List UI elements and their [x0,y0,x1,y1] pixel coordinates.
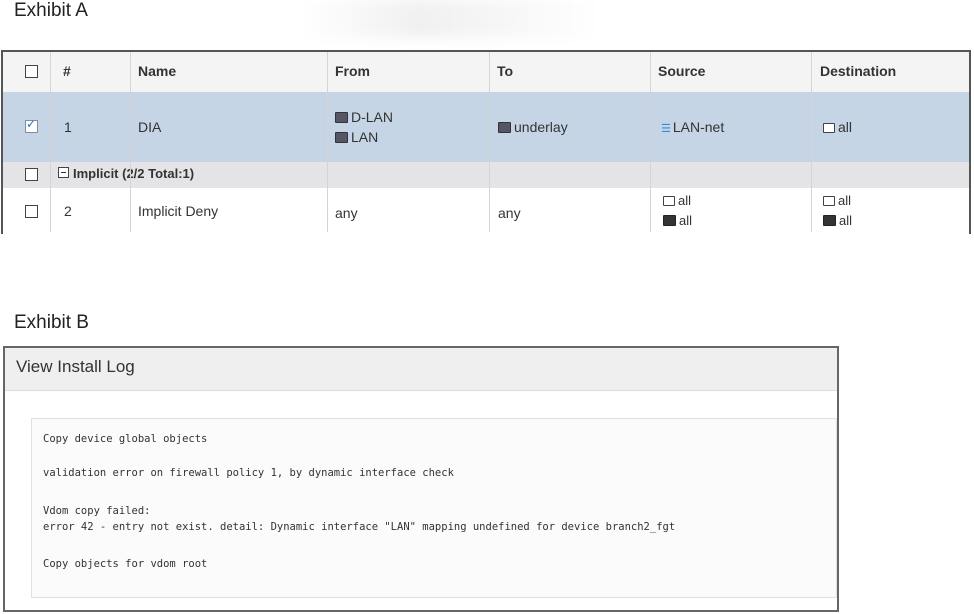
implicit-group-row[interactable]: Implicit (2/2 Total:1) [3,162,969,188]
column-header-number[interactable]: # [63,63,71,79]
destination-address-all-ipv6[interactable]: all [823,213,852,228]
column-divider [327,52,328,232]
row-checkbox-checked[interactable] [25,117,38,133]
install-log-dialog: View Install Log Copy device global obje… [3,346,839,612]
column-header-destination[interactable]: Destination [820,63,896,79]
address-icon [823,196,835,206]
source-address-all-ipv4[interactable]: all [663,193,691,208]
log-line: Copy device global objects [43,433,208,445]
dialog-title: View Install Log [16,357,135,376]
table-header-row: # Name From To Source Destination [3,52,969,92]
address-icon [823,215,836,226]
interface-icon [498,122,511,133]
destination-address-all-ipv4[interactable]: all [823,193,851,208]
photo-glare [300,0,600,38]
address-icon [663,196,675,206]
group-checkbox[interactable] [25,168,38,181]
from-any[interactable]: any [335,205,358,221]
destination-address-all[interactable]: all [823,119,852,135]
column-divider [50,52,51,232]
log-line: Copy objects for vdom root [43,558,208,570]
to-any[interactable]: any [498,205,521,221]
column-header-to[interactable]: To [497,63,513,79]
column-header-from[interactable]: From [335,63,370,79]
from-interface-d-lan[interactable]: D-LAN [335,109,393,125]
interface-icon [335,132,348,143]
address-icon [823,123,835,133]
row-checkbox[interactable] [25,205,38,218]
implicit-group-label[interactable]: Implicit (2/2 Total:1) [58,166,194,181]
column-divider [130,52,131,232]
address-group-icon: ☰ [661,123,671,135]
column-header-name[interactable]: Name [138,63,176,79]
table-row-implicit-deny[interactable]: 2 Implicit Deny any any all all all all [3,188,969,234]
from-interface-lan[interactable]: LAN [335,129,378,145]
log-line: Vdom copy failed: [43,505,151,517]
exhibit-b-label: Exhibit B [14,312,89,333]
log-line: validation error on firewall policy 1, b… [43,467,454,479]
collapse-icon[interactable] [58,167,69,178]
select-all-checkbox[interactable] [25,65,38,78]
policy-name[interactable]: DIA [138,119,161,135]
exhibit-a-label: Exhibit A [14,0,88,21]
to-interface-underlay[interactable]: underlay [498,119,568,135]
column-header-source[interactable]: Source [658,63,705,79]
policy-number: 2 [64,203,72,219]
policy-number: 1 [64,119,72,135]
column-divider [489,52,490,232]
source-address-lan-net[interactable]: ☰ LAN-net [661,119,724,135]
policy-name[interactable]: Implicit Deny [138,203,218,219]
policy-table: # Name From To Source Destination 1 DIA … [1,50,971,234]
source-address-all-ipv6[interactable]: all [663,213,692,228]
log-line: error 42 - entry not exist. detail: Dyna… [43,521,676,533]
table-row-policy-1[interactable]: 1 DIA D-LAN LAN underlay ☰LAN-net all [3,92,969,162]
interface-icon [335,112,348,123]
log-output: Copy device global objects validation er… [31,418,837,598]
dialog-header: View Install Log [5,348,837,391]
column-divider [650,52,651,232]
column-divider [811,52,812,232]
address-icon [663,215,676,226]
